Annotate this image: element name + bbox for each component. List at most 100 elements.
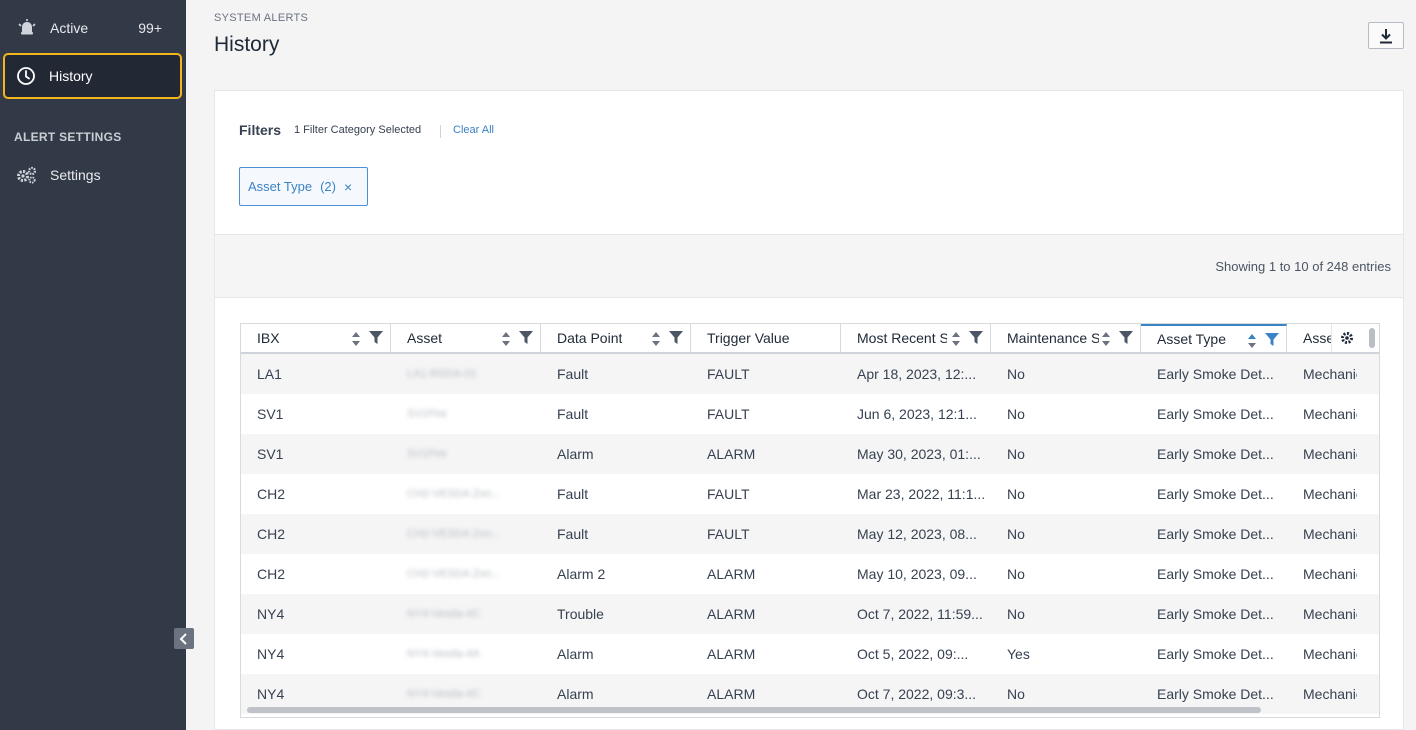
table-cell: May 10, 2023, 09...	[857, 566, 977, 582]
column-header-ibx[interactable]: IBX	[241, 324, 391, 352]
table-cell: No	[1007, 446, 1025, 462]
table-cell: Fault	[557, 406, 589, 422]
table-row[interactable]: LA1 LA1-RSDA-01 Fault FAULT Apr 18, 2023, 12…	[241, 354, 1379, 394]
sort-icon[interactable]	[1101, 331, 1111, 347]
table-cell: No	[1007, 406, 1025, 422]
section-label: ALERT SETTINGS	[14, 130, 122, 144]
table-cell: Fault	[557, 526, 589, 542]
table-row[interactable]: NY4 NY4-Vesda-4A Alarm ALARM Oct 5, 2022, 09…	[241, 634, 1379, 674]
clear-all-link[interactable]: Clear All	[453, 124, 494, 136]
table-cell: FAULT	[707, 526, 750, 542]
table-cell: CH2-VESDA Zon...	[407, 528, 501, 540]
sort-icon[interactable]	[951, 331, 961, 347]
filter-icon[interactable]	[1119, 331, 1133, 345]
sidebar-item-label: Active	[50, 20, 89, 36]
table-cell: Alarm 2	[557, 566, 606, 582]
filter-icon[interactable]	[669, 331, 683, 345]
table-row[interactable]: CH2 CH2-VESDA Zon... Fault FAULT May 12, 202…	[241, 514, 1379, 554]
filters-label: Filters	[239, 122, 282, 138]
filter-icon[interactable]	[519, 331, 533, 345]
table-cell: May 30, 2023, 01:...	[857, 446, 981, 462]
table-cell: LA1	[257, 366, 282, 382]
table-cell: CH2	[257, 526, 286, 542]
column-header-asset-type[interactable]: Asset Type	[1141, 324, 1287, 352]
table-row[interactable]: SV1 SV1Fire Fault FAULT Jun 6, 2023, 12:1...…	[241, 394, 1379, 434]
filter-chip-asset-type[interactable]: Asset Type (2) ×	[239, 167, 368, 206]
table-cell: Jun 6, 2023, 12:1...	[857, 406, 977, 422]
table-cell: Early Smoke Det...	[1157, 526, 1274, 542]
table-cell: NY4	[257, 606, 285, 622]
close-icon[interactable]: ×	[344, 179, 352, 195]
table-body: LA1 LA1-RSDA-01 Fault FAULT Apr 18, 2023, 12…	[241, 354, 1379, 714]
sidebar-item-history[interactable]: History	[3, 53, 182, 99]
download-button[interactable]	[1368, 22, 1404, 49]
filter-icon[interactable]	[969, 331, 983, 345]
table-row[interactable]: NY4 NY4-Vesda-4C Trouble ALARM Oct 7, 2022, …	[241, 594, 1379, 634]
horizontal-scrollbar[interactable]	[247, 707, 1261, 713]
download-icon	[1380, 28, 1392, 43]
filter-icon[interactable]	[369, 331, 383, 345]
sidebar-item-label: Settings	[50, 167, 101, 183]
column-header-asset[interactable]: Asset	[391, 324, 541, 352]
table-cell: No	[1007, 606, 1025, 622]
column-header-most-recent[interactable]: Most Recent S	[841, 324, 991, 352]
table-cell: Oct 5, 2022, 09:...	[857, 646, 969, 662]
page-title: History	[214, 33, 280, 56]
chevron-left-icon	[179, 632, 187, 645]
sort-icon[interactable]	[351, 331, 361, 347]
table-cell: NY4-Vesda-4C	[407, 608, 481, 620]
table-cell: Early Smoke Det...	[1157, 366, 1274, 382]
table-cell: Mechanic	[1303, 606, 1357, 622]
alerts-table: IBX Asset Data Point Trigger Value Most …	[240, 323, 1380, 718]
table-row[interactable]: SV1 SV1Fire Alarm ALARM May 30, 2023, 01:...…	[241, 434, 1379, 474]
sort-icon[interactable]	[1247, 333, 1257, 349]
column-header-asset-class[interactable]: Asse	[1287, 324, 1337, 352]
clock-icon	[15, 65, 37, 87]
table-cell: Early Smoke Det...	[1157, 646, 1274, 662]
table-cell: LA1-RSDA-01	[407, 368, 477, 380]
table-cell: NY4-Vesda-4A	[407, 648, 480, 660]
table-cell: NY4	[257, 646, 285, 662]
filter-active-icon[interactable]	[1265, 333, 1279, 347]
table-cell: Early Smoke Det...	[1157, 406, 1274, 422]
table-cell: SV1Fire	[407, 448, 447, 460]
table-cell: May 12, 2023, 08...	[857, 526, 977, 542]
table-cell: Mar 23, 2022, 11:1...	[857, 486, 986, 502]
table-cell: FAULT	[707, 366, 750, 382]
entries-info: Showing 1 to 10 of 248 entries	[1215, 259, 1391, 274]
column-header-maintenance[interactable]: Maintenance S	[991, 324, 1141, 352]
column-header-trigger-value[interactable]: Trigger Value	[691, 324, 841, 352]
table-cell: Oct 7, 2022, 11:59...	[857, 606, 983, 622]
table-cell: ALARM	[707, 446, 756, 462]
gears-icon	[16, 164, 38, 186]
table-cell: Fault	[557, 486, 589, 502]
table-cell: Mechanic	[1303, 686, 1357, 702]
gear-icon	[1340, 332, 1353, 344]
table-cell: Mechanic	[1303, 566, 1357, 582]
collapse-sidebar-button[interactable]	[174, 628, 194, 649]
table-cell: No	[1007, 526, 1025, 542]
divider	[440, 125, 441, 138]
table-cell: Mechanic	[1303, 486, 1357, 502]
table-cell: SV1	[257, 446, 284, 462]
filter-count-text: 1 Filter Category Selected	[294, 124, 422, 136]
table-cell: ALARM	[707, 606, 756, 622]
table-cell: SV1Fire	[407, 408, 447, 420]
sidebar-item-active[interactable]: Active 99+	[0, 4, 186, 52]
table-cell: Yes	[1007, 646, 1030, 662]
table-cell: Alarm	[557, 646, 594, 662]
table-cell: Early Smoke Det...	[1157, 566, 1274, 582]
history-card: Filters 1 Filter Category Selected Clear…	[214, 90, 1404, 730]
table-cell: CH2-VESDA Zon...	[407, 488, 501, 500]
table-toolbar: Showing 1 to 10 of 248 entries	[215, 234, 1403, 298]
table-cell: Mechanic	[1303, 646, 1357, 662]
table-row[interactable]: CH2 CH2-VESDA Zon... Fault FAULT Mar 23, 202…	[241, 474, 1379, 514]
sidebar-item-settings[interactable]: Settings	[0, 151, 186, 199]
sort-icon[interactable]	[651, 331, 661, 347]
sort-icon[interactable]	[501, 331, 511, 347]
column-settings-button[interactable]	[1331, 324, 1361, 352]
table-cell: Mechanic	[1303, 446, 1357, 462]
vertical-scrollbar[interactable]	[1369, 328, 1375, 348]
column-header-data-point[interactable]: Data Point	[541, 324, 691, 352]
table-row[interactable]: CH2 CH2-VESDA Zon... Alarm 2 ALARM May 10, 2…	[241, 554, 1379, 594]
